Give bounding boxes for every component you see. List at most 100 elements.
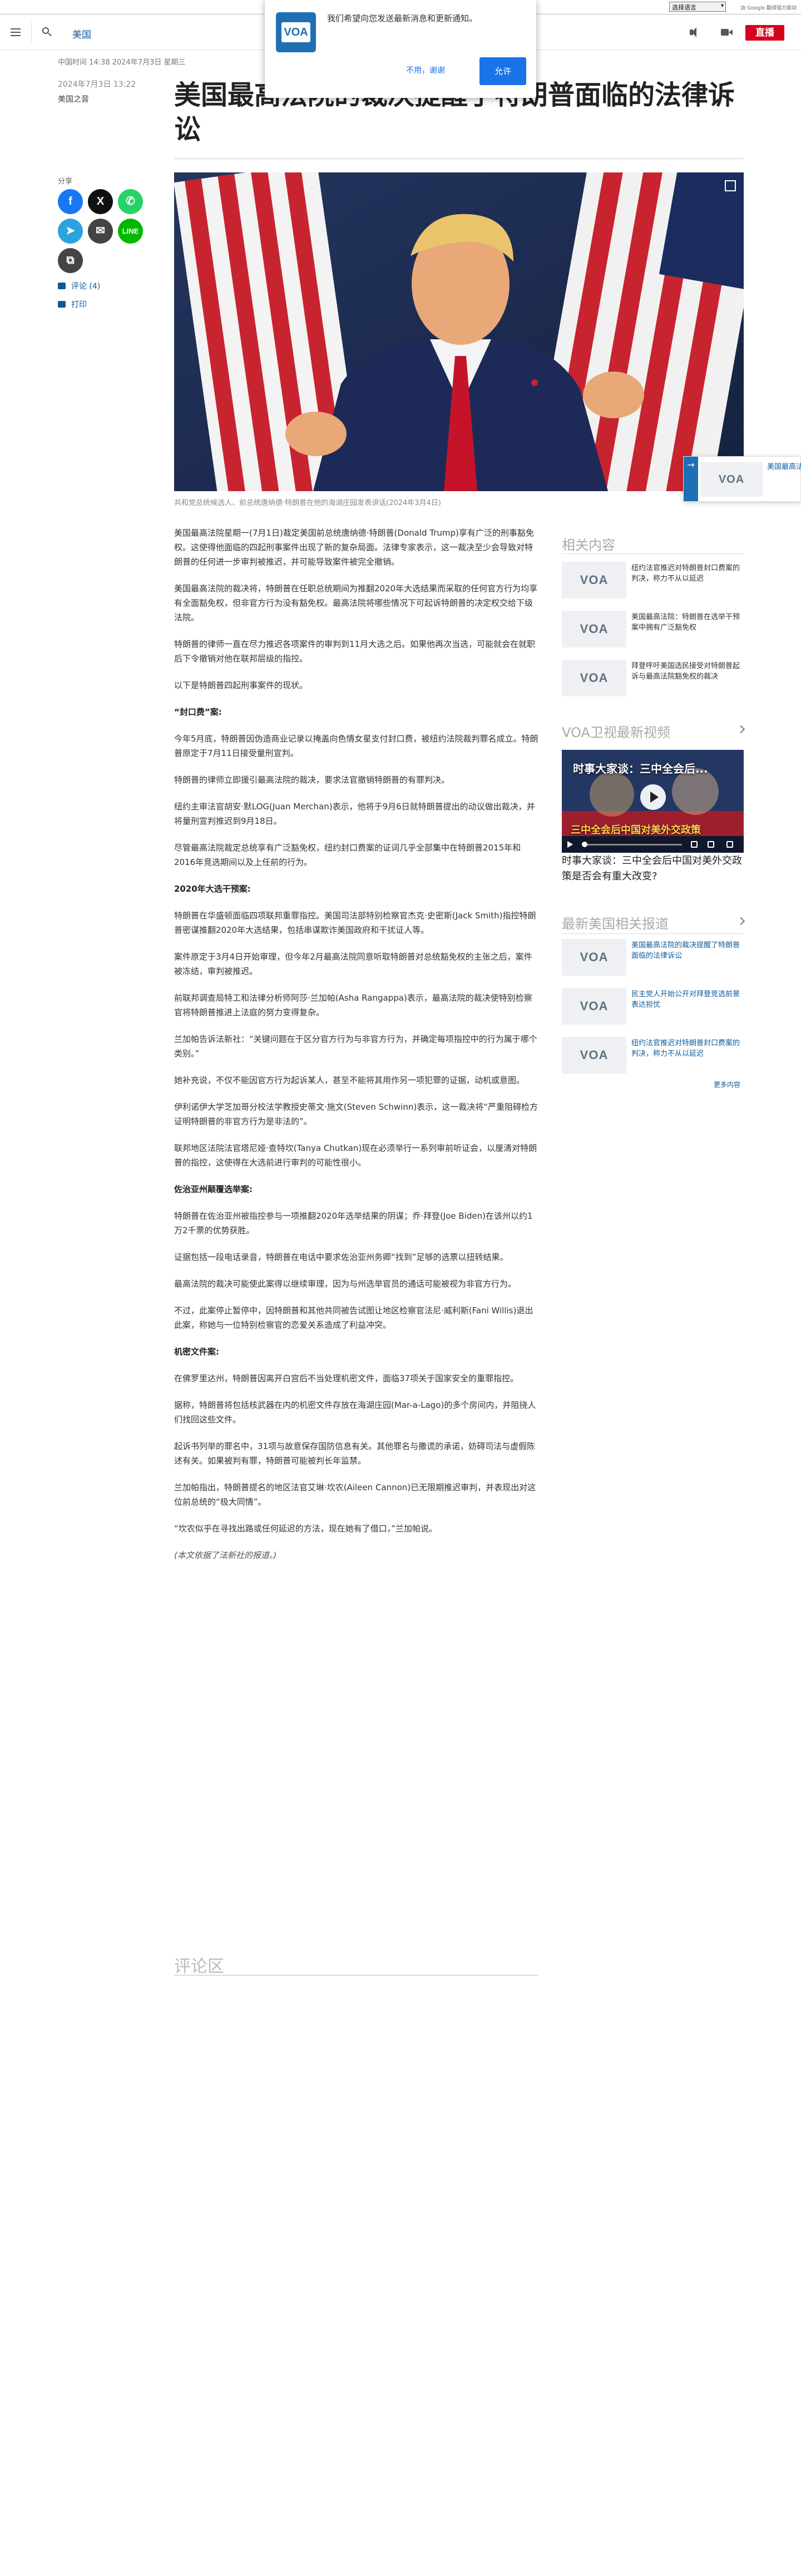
comments-link[interactable]: 评论 (4) (58, 280, 100, 291)
section-subheading: 机密文件案: (174, 1347, 219, 1357)
latest-item[interactable]: VOA 民主党人开始公开对拜登竞选前景表达担忧 (562, 988, 744, 1025)
email-share-icon[interactable]: ✉ (88, 219, 113, 244)
latest-item[interactable]: VOA 美国最高法院的裁决提醒了特朗普面临的法律诉讼 (562, 939, 744, 976)
paragraph: 据称，特朗普将包括核武器在内的机密文件存放在海湖庄园(Mar-a-Lago)的多… (174, 1400, 536, 1425)
paragraph: 美国最高法院星期一(7月1日)裁定美国前总统唐纳德·特朗普(Donald Tru… (174, 528, 534, 567)
paragraph: 尽管最高法院裁定总统享有广泛豁免权，纽约封口费案的证词几乎全部集中在特朗普201… (174, 843, 521, 867)
allow-button[interactable]: 允许 (479, 57, 526, 85)
print-link[interactable]: 打印 (58, 299, 87, 310)
source-note: (本文依据了法新社的报道。) (174, 1550, 277, 1560)
live-button[interactable]: 直播 (745, 25, 784, 41)
volume-icon[interactable] (691, 841, 698, 848)
section-link-us[interactable]: 美国 (72, 27, 91, 41)
site-datestamp: 中国时间 14:38 2024年7月3日 星期三 (58, 58, 186, 67)
paragraph: 纽约主审法官胡安·默LOG(Juan Merchan)表示，他将于9月6日就特朗… (174, 802, 535, 826)
video-overlay-subtitle: 三中全会后中国对美外交政策 (571, 824, 701, 836)
section-subheading: “封口费”案: (174, 707, 222, 717)
video-icon[interactable] (718, 23, 735, 41)
latest-item[interactable]: VOA 纽约法官推迟对特朗普封口费案的判决，称力不从以延迟 (562, 1037, 744, 1074)
paragraph: 前联邦调查局特工和法律分析师阿莎·兰加帕(Asha Rangappa)表示，最高… (174, 993, 532, 1017)
line-share-icon[interactable]: LINE (118, 219, 143, 244)
fullscreen-icon[interactable] (726, 841, 733, 848)
print-link-label: 打印 (71, 300, 87, 309)
search-icon[interactable] (38, 23, 56, 41)
article-body: 美国最高法院星期一(7月1日)裁定美国前总统唐纳德·特朗普(Donald Tru… (174, 526, 538, 1575)
paragraph: 兰加帕指出，特朗普提名的地区法官艾琳·坎农(Aileen Cannon)已无限期… (174, 1482, 536, 1507)
chevron-right-icon[interactable] (736, 917, 745, 926)
related-item[interactable]: VOA 美国最高法院：特朗普在选举干预案中拥有广泛豁免权 (562, 611, 744, 647)
thumbnail: VOA (562, 1037, 626, 1074)
share-label: 分享 (58, 177, 73, 186)
paragraph: 美国最高法院的裁决将，特朗普在任职总统期间为推翻2020年大选结果而采取的任何官… (174, 584, 538, 622)
x-share-icon[interactable]: X (88, 189, 113, 214)
latest-item-title: 纽约法官推迟对特朗普封口费案的判决，称力不从以延迟 (631, 1039, 740, 1058)
paragraph: 证据包括一段电话录音，特朗普在电话中要求佐治亚州务卿“找到”足够的选票以扭转结果… (174, 1252, 508, 1262)
play-icon[interactable] (640, 784, 666, 810)
telegram-share-icon[interactable]: ➤ (58, 219, 83, 244)
facebook-share-icon[interactable]: f (58, 189, 83, 214)
paragraph: 在佛罗里达州，特朗普因离开白宫后不当处理机密文件，面临37项关于国家安全的重罪指… (174, 1373, 519, 1383)
related-item[interactable]: VOA 纽约法官推迟对特朗普封口费案的判决，称力不从以延迟 (562, 562, 744, 599)
paragraph: 她补充说，不仅不能因官方行为起诉某人，甚至不能将其用作另一项犯罪的证据，动机或意… (174, 1075, 525, 1085)
notification-message: 我们希望向您发送最新消息和更新通知。 (327, 13, 478, 23)
video-title[interactable]: 时事大家谈：三中全会后中国对美外交政策是否会有重大改变? (562, 853, 744, 884)
video-progress-bar[interactable] (582, 844, 682, 846)
video-section-heading-label: VOA卫视最新视频 (562, 725, 670, 740)
author[interactable]: 美国之音 (58, 93, 89, 105)
related-item-title: 纽约法官推迟对特朗普封口费案的判决，称力不从以延迟 (631, 564, 740, 583)
header-divider (31, 22, 32, 42)
arrow-right-icon[interactable]: → (684, 457, 698, 501)
related-item[interactable]: VOA 拜登呼吁美国选民接受对特朗普起诉与最高法院豁免权的裁决 (562, 660, 744, 696)
paragraph: 特朗普的律师立即援引最高法院的裁决，要求法官撤销特朗普的有罪判决。 (174, 775, 450, 785)
push-notification-dialog: VOA 我们希望向您发送最新消息和更新通知。 不用，谢谢 允许 (265, 0, 536, 98)
section-subheading: 2020年大选干预案: (174, 884, 251, 894)
settings-icon[interactable] (708, 841, 714, 848)
section-subheading: 佐治亚州颠覆选举案: (174, 1184, 253, 1194)
expand-icon[interactable] (725, 180, 736, 191)
divider (174, 1975, 538, 1976)
paragraph: “坎农似乎在寻找出路或任何延迟的方法，现在她有了借口，”兰加帕说。 (174, 1524, 438, 1534)
deny-button[interactable]: 不用，谢谢 (406, 65, 445, 76)
menu-icon[interactable] (7, 23, 24, 41)
paragraph: 最高法院的裁决可能使此案得以继续审理，因为与州选举官员的通话可能被视为非官方行为… (174, 1279, 517, 1289)
video-player[interactable]: 时事大家谈：三中全会后... 三中全会后中国对美外交政策 (562, 750, 744, 853)
thumbnail: VOA (562, 988, 626, 1025)
thumbnail: VOA (562, 660, 626, 696)
floating-related-card[interactable]: → VOA 美国最高法院的裁决提醒了特朗普面临的法律诉讼 (683, 456, 801, 502)
audio-icon[interactable] (684, 23, 702, 41)
related-item-title: 拜登呼吁美国选民接受对特朗普起诉与最高法院豁免权的裁决 (631, 662, 740, 681)
google-translate-credit: 由 Google 翻译强力驱动 (740, 6, 797, 11)
thumbnail: VOA (562, 562, 626, 599)
whatsapp-share-icon[interactable]: ✆ (118, 189, 143, 214)
more-link[interactable]: 更多内容 (714, 1080, 740, 1089)
latest-item-title: 美国最高法院的裁决提醒了特朗普面临的法律诉讼 (631, 941, 740, 960)
video-progress-knob[interactable] (582, 842, 587, 847)
latest-heading-label: 最新美国相关报道 (562, 916, 669, 932)
play-small-icon[interactable] (567, 841, 573, 848)
latest-heading[interactable]: 最新美国相关报道 (562, 913, 669, 932)
language-select-label: 选择语言 (672, 4, 696, 11)
paragraph: 今年5月底，特朗普因伪造商业记录以掩盖向色情女星支付封口费，被纽约法院裁判罪名成… (174, 734, 538, 758)
thumbnail: VOA (562, 611, 626, 647)
print-icon (58, 301, 66, 308)
paragraph: 以下是特朗普四起刑事案件的现状。 (174, 680, 308, 690)
paragraph: 特朗普在佐治亚州被指控参与一项推翻2020年选举结果的阴谋；乔·拜登(Joe B… (174, 1211, 533, 1235)
paragraph: 特朗普在华盛顿面临四项联邦重罪指控。美国司法部特别检察官杰克·史密斯(Jack … (174, 911, 536, 935)
video-section-heading[interactable]: VOA卫视最新视频 (562, 721, 670, 741)
photo-caption: 共和党总统候选人、前总统唐纳德·特朗普在他的海湖庄园发表讲话(2024年3月4日… (174, 499, 441, 507)
divider (562, 553, 744, 554)
video-overlay-title: 时事大家谈：三中全会后... (573, 762, 708, 775)
floating-card-title: 美国最高法院的裁决提醒了特朗普面临的法律诉讼 (767, 463, 801, 471)
paragraph: 兰加帕告诉法新社：“关键问题在于区分官方行为与非官方行为，并确定每项指控中的行为… (174, 1034, 537, 1059)
copy-link-icon[interactable]: ⧉ (58, 248, 83, 273)
voa-logo: VOA (276, 12, 316, 52)
chevron-right-icon[interactable] (736, 725, 745, 734)
thumbnail: VOA (562, 939, 626, 976)
language-select[interactable]: 选择语言 ▾ (669, 2, 726, 12)
divider (562, 933, 744, 934)
paragraph: 联邦地区法院法官塔尼娅·查特坎(Tanya Chutkan)现在必须举行一系列审… (174, 1143, 537, 1168)
related-heading: 相关内容 (562, 537, 615, 553)
thumbnail: VOA (700, 462, 763, 497)
paragraph: 不过，此案停止暂停中，因特朗普和其他共同被告试图让地区检察官法尼·威利斯(Fan… (174, 1306, 533, 1330)
comments-heading: 评论区 (174, 1957, 224, 1976)
